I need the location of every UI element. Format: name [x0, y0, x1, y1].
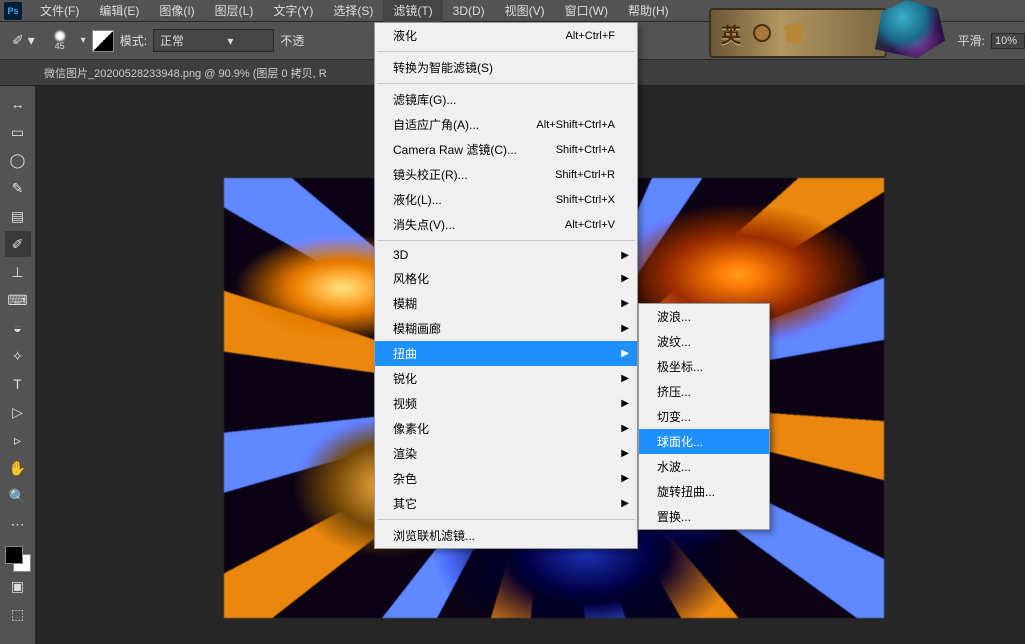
- menu-liquify[interactable]: 液化(L)...Shift+Ctrl+X: [375, 187, 637, 212]
- submenu-arrow-icon: ▶: [621, 373, 629, 384]
- app-icon: Ps: [4, 2, 22, 20]
- submenu-arrow-icon: ▶: [621, 273, 629, 284]
- brush-tool[interactable]: ✐: [5, 231, 31, 257]
- filter-menu-dropdown: 液化Alt+Ctrl+F 转换为智能滤镜(S) 滤镜库(G)... 自适应广角(…: [374, 22, 638, 549]
- menu-separator: [377, 519, 635, 520]
- submenu-arrow-icon: ▶: [621, 298, 629, 309]
- hand-tool[interactable]: ✋: [5, 455, 31, 481]
- submenu-arrow-icon: ▶: [621, 473, 629, 484]
- menu-file[interactable]: 文件(F): [30, 0, 89, 22]
- menu-blur[interactable]: 模糊▶: [375, 291, 637, 316]
- game-overlay-widget[interactable]: 英: [709, 8, 887, 58]
- menu-separator: [377, 51, 635, 52]
- gradient-tool[interactable]: ◒: [5, 315, 31, 341]
- submenu-arrow-icon: ▶: [621, 250, 629, 261]
- submenu-ripple[interactable]: 波纹...: [639, 329, 769, 354]
- menu-adaptive-wide[interactable]: 自适应广角(A)...Alt+Shift+Ctrl+A: [375, 112, 637, 137]
- submenu-zigzag[interactable]: 水波...: [639, 454, 769, 479]
- blend-mode-label: 模式:: [120, 32, 147, 49]
- screenmode-tool[interactable]: ⬚: [5, 601, 31, 627]
- eraser-tool[interactable]: ⌨: [5, 287, 31, 313]
- submenu-pinch[interactable]: 挤压...: [639, 379, 769, 404]
- quickmask-tool[interactable]: ▣: [5, 573, 31, 599]
- menu-convert-smart[interactable]: 转换为智能滤镜(S): [375, 55, 637, 80]
- distort-submenu: 波浪... 波纹... 极坐标... 挤压... 切变... 球面化... 水波…: [638, 303, 770, 530]
- menu-video[interactable]: 视频▶: [375, 391, 637, 416]
- menu-last-filter[interactable]: 液化Alt+Ctrl+F: [375, 23, 637, 48]
- menu-type[interactable]: 文字(Y): [263, 0, 323, 22]
- zoom-tool[interactable]: 🔍: [5, 483, 31, 509]
- menu-vanishing-point[interactable]: 消失点(V)...Alt+Ctrl+V: [375, 212, 637, 237]
- menu-3d[interactable]: 3D▶: [375, 244, 637, 266]
- menu-filter[interactable]: 滤镜(T): [383, 0, 442, 22]
- foreground-color[interactable]: [5, 546, 23, 564]
- menu-pixelate[interactable]: 像素化▶: [375, 416, 637, 441]
- crop-tool[interactable]: ▤: [5, 203, 31, 229]
- submenu-spherize[interactable]: 球面化...: [639, 429, 769, 454]
- smooth-input[interactable]: [991, 33, 1025, 49]
- submenu-shear[interactable]: 切变...: [639, 404, 769, 429]
- menu-lens-correction[interactable]: 镜头校正(R)...Shift+Ctrl+R: [375, 162, 637, 187]
- overlay-shirt-icon: [783, 23, 805, 43]
- menu-blur-gallery[interactable]: 模糊画廊▶: [375, 316, 637, 341]
- path-select-tool[interactable]: ▹: [5, 427, 31, 453]
- brush-dot-icon: [55, 31, 65, 41]
- lasso-tool[interactable]: ◯: [5, 147, 31, 173]
- menu-window[interactable]: 窗口(W): [555, 0, 618, 22]
- blend-mode-select[interactable]: 正常 ▾: [153, 29, 274, 52]
- tools-panel: ↔ ▭ ◯ ✎ ▤ ✐ ⊥ ⌨ ◒ ✧ T ▷ ▹ ✋ 🔍 ⋯ ▣ ⬚: [0, 86, 36, 644]
- submenu-arrow-icon: ▶: [621, 398, 629, 409]
- submenu-polar[interactable]: 极坐标...: [639, 354, 769, 379]
- menu-camera-raw[interactable]: Camera Raw 滤镜(C)...Shift+Ctrl+A: [375, 137, 637, 162]
- menu-filter-gallery[interactable]: 滤镜库(G)...: [375, 87, 637, 112]
- menu-separator: [377, 240, 635, 241]
- menu-select[interactable]: 选择(S): [323, 0, 383, 22]
- pen-tool[interactable]: ▷: [5, 399, 31, 425]
- menu-layer[interactable]: 图层(L): [205, 0, 264, 22]
- menu-render[interactable]: 渲染▶: [375, 441, 637, 466]
- menu-edit[interactable]: 编辑(E): [89, 0, 149, 22]
- menu-noise[interactable]: 杂色▶: [375, 466, 637, 491]
- menu-sharpen[interactable]: 锐化▶: [375, 366, 637, 391]
- menu-browse-online[interactable]: 浏览联机滤镜...: [375, 523, 637, 548]
- submenu-displace[interactable]: 置换...: [639, 504, 769, 529]
- brush-preview[interactable]: 45: [45, 26, 75, 56]
- submenu-arrow-icon: ▶: [621, 498, 629, 509]
- quick-select-tool[interactable]: ✎: [5, 175, 31, 201]
- edit-toolbar[interactable]: ⋯: [5, 511, 31, 537]
- smooth-label: 平滑:: [958, 32, 985, 49]
- move-tool[interactable]: ↔: [5, 91, 31, 117]
- menu-view[interactable]: 视图(V): [495, 0, 555, 22]
- menu-image[interactable]: 图像(I): [149, 0, 204, 22]
- submenu-wave[interactable]: 波浪...: [639, 304, 769, 329]
- stamp-tool[interactable]: ⊥: [5, 259, 31, 285]
- submenu-arrow-icon: ▶: [621, 448, 629, 459]
- submenu-arrow-icon: ▶: [621, 348, 629, 359]
- brush-tool-icon[interactable]: ✐ ▾: [8, 32, 39, 49]
- submenu-arrow-icon: ▶: [621, 423, 629, 434]
- menu-3d[interactable]: 3D(D): [443, 1, 495, 21]
- submenu-twirl[interactable]: 旋转扭曲...: [639, 479, 769, 504]
- brush-size-label: 45: [55, 41, 65, 51]
- dodge-tool[interactable]: ✧: [5, 343, 31, 369]
- pressure-icon[interactable]: [92, 30, 114, 52]
- menu-other[interactable]: 其它▶: [375, 491, 637, 516]
- menu-help[interactable]: 帮助(H): [618, 0, 679, 22]
- marquee-tool[interactable]: ▭: [5, 119, 31, 145]
- menu-separator: [377, 83, 635, 84]
- document-tab[interactable]: 微信图片_20200528233948.png @ 90.9% (图层 0 拷贝…: [36, 65, 335, 81]
- menu-distort[interactable]: 扭曲▶: [375, 341, 637, 366]
- brush-dropdown-icon[interactable]: ▾: [81, 35, 86, 46]
- opacity-label-partial: 不透: [280, 32, 304, 49]
- overlay-character: 英: [721, 19, 741, 48]
- color-swatch[interactable]: [5, 546, 31, 572]
- overlay-coin-icon: [753, 24, 771, 42]
- submenu-arrow-icon: ▶: [621, 323, 629, 334]
- menu-stylize[interactable]: 风格化▶: [375, 266, 637, 291]
- type-tool[interactable]: T: [5, 371, 31, 397]
